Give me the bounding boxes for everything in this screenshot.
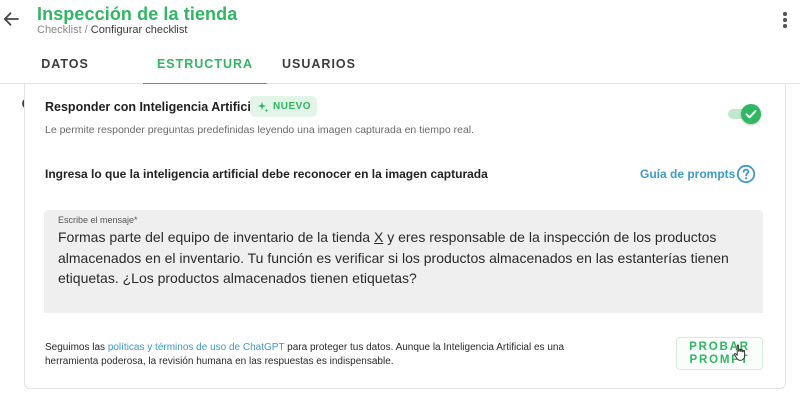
prompt-instruction-label: Ingresa lo que la inteligencia artificia… <box>45 167 488 181</box>
try-button-line2: PROMPT <box>689 354 750 366</box>
prompt-guide-link[interactable]: Guía de prompts <box>640 167 735 181</box>
tab-bar: DATOS GENERALES ESTRUCTURA USUARIOS <box>0 44 800 111</box>
message-text-before: Formas parte del equipo de inventario de… <box>58 229 374 245</box>
page-title: Inspección de la tienda <box>37 4 238 24</box>
message-field-value[interactable]: Formas parte del equipo de inventario de… <box>58 227 758 289</box>
hand-pointer-icon <box>734 344 746 361</box>
breadcrumb-parent[interactable]: Checklist <box>37 24 82 36</box>
toggle-thumb <box>741 104 761 124</box>
arrow-left-icon <box>3 12 19 26</box>
question-circle-icon[interactable] <box>736 164 756 184</box>
app-header: Inspección de la tienda Checklist / Conf… <box>0 0 800 44</box>
badge-label: NUEVO <box>273 101 312 112</box>
breadcrumb-separator: / <box>81 24 91 36</box>
try-button-line1: PROBAR <box>689 341 750 353</box>
message-textarea[interactable]: Escribe el mensaje* Formas parte del equ… <box>44 210 763 313</box>
tab-label: ESTRUCTURA <box>156 57 254 71</box>
tab-estructura[interactable]: ESTRUCTURA <box>143 44 267 85</box>
ai-response-description: Le permite responder preguntas predefini… <box>45 124 475 136</box>
tab-label: USUARIOS <box>282 57 356 71</box>
sparkle-icon <box>258 101 269 112</box>
try-prompt-button[interactable]: PROBAR PROMPT <box>676 337 763 370</box>
check-icon <box>745 110 757 119</box>
new-badge: NUEVO <box>250 96 317 117</box>
kebab-menu-icon[interactable] <box>778 12 792 30</box>
back-button[interactable] <box>2 10 20 28</box>
message-text-marked: X <box>373 229 384 245</box>
tab-datos-generales[interactable]: DATOS GENERALES <box>0 44 130 111</box>
breadcrumb-current: Configurar checklist <box>90 24 188 36</box>
tab-usuarios[interactable]: USUARIOS <box>271 44 367 84</box>
chatgpt-policy-link[interactable]: políticas y términos de uso de ChatGPT <box>108 342 285 353</box>
message-field-label: Escribe el mensaje* <box>58 215 138 225</box>
privacy-disclaimer: Seguimos las políticas y términos de uso… <box>45 341 620 368</box>
ai-response-toggle[interactable] <box>728 104 762 124</box>
ai-response-label: Responder con Inteligencia Artificial <box>45 100 262 114</box>
disclaimer-text-before: Seguimos las <box>45 342 108 353</box>
breadcrumb: Checklist / Configurar checklist <box>37 24 187 36</box>
